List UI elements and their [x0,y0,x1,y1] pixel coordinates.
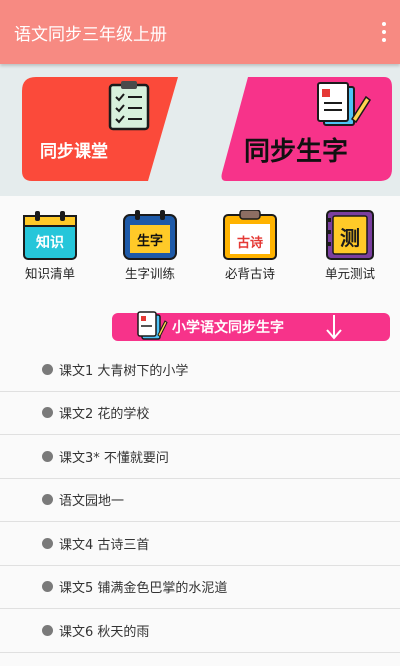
feature-knowledge-list[interactable]: 知识 知识清单 [10,210,90,282]
bullet-dot [42,450,53,462]
lesson-title: 课文4 古诗三首 [59,537,150,553]
feature-poems[interactable]: 古诗 必背古诗 [210,209,290,282]
notebook-pencil-icon [317,82,372,126]
feature-unit-test[interactable]: 测 单元测试 [310,210,390,282]
banner: 同步课堂 同步生字 [0,64,400,196]
feature-icon-text: 知识 [36,235,64,251]
feature-icon-text: 测 [340,226,360,250]
arrow-down-icon [326,315,342,340]
bullet-dot [42,363,53,375]
list-item[interactable]: 课文1 大青树下的小学 [0,348,400,392]
list-item[interactable]: 语文园地一 [0,479,400,522]
lesson-title: 课文5 铺满金色巴掌的水泥道 [59,581,228,597]
sync-characters-card[interactable]: 同步生字 [220,77,392,181]
feature-label: 单元测试 [324,266,375,281]
feature-icon-text: 古诗 [236,236,263,251]
lesson-title: 课文3* 不懂就要问 [59,450,169,466]
feature-icon-text: 生字 [136,234,163,249]
lesson-title: 课文6 秋天的雨 [59,624,150,640]
bullet-dot [42,624,53,636]
bullet-dot [42,581,53,593]
lesson-title: 课文2 花的学校 [59,407,150,423]
list-item[interactable]: 课文5 铺满金色巴掌的水泥道 [0,566,400,609]
lesson-list: 课文1 大青树下的小学 课文2 花的学校 课文3* 不懂就要问 语文园地一 课文… [0,348,400,653]
bullet-dot [42,407,53,419]
sync-classroom-label: 同步课堂 [40,142,108,162]
lesson-title: 语文园地一 [59,494,125,510]
feature-grid: 知识 知识清单 生字 生字训练 古诗 必背古诗 测 单元测试 [0,196,400,288]
list-item[interactable]: 课文2 花的学校 [0,392,400,435]
more-vertical-icon[interactable] [380,22,388,42]
sync-characters-label: 同步生字 [244,137,349,167]
bullet-dot [42,494,53,506]
app-title: 语文同步三年级上册 [14,24,167,45]
notebook-icon [137,311,168,340]
sync-classroom-card[interactable]: 同步课堂 [22,77,178,181]
list-item[interactable]: 课文6 秋天的雨 [0,609,400,653]
feature-character-training[interactable]: 生字 生字训练 [110,210,190,282]
lesson-title: 课文1 大青树下的小学 [59,363,189,379]
list-item[interactable]: 课文4 古诗三首 [0,522,400,566]
app-bar: 语文同步三年级上册 [0,0,400,64]
list-item[interactable]: 课文3* 不懂就要问 [0,435,400,479]
section-header: 小学语文同步生字 [112,311,390,343]
feature-label: 生字训练 [124,266,175,281]
section-title: 小学语文同步生字 [172,320,284,336]
feature-label: 知识清单 [24,266,75,281]
feature-label: 必背古诗 [224,266,275,281]
checklist-clipboard-icon [108,81,150,131]
bullet-dot [42,537,53,549]
